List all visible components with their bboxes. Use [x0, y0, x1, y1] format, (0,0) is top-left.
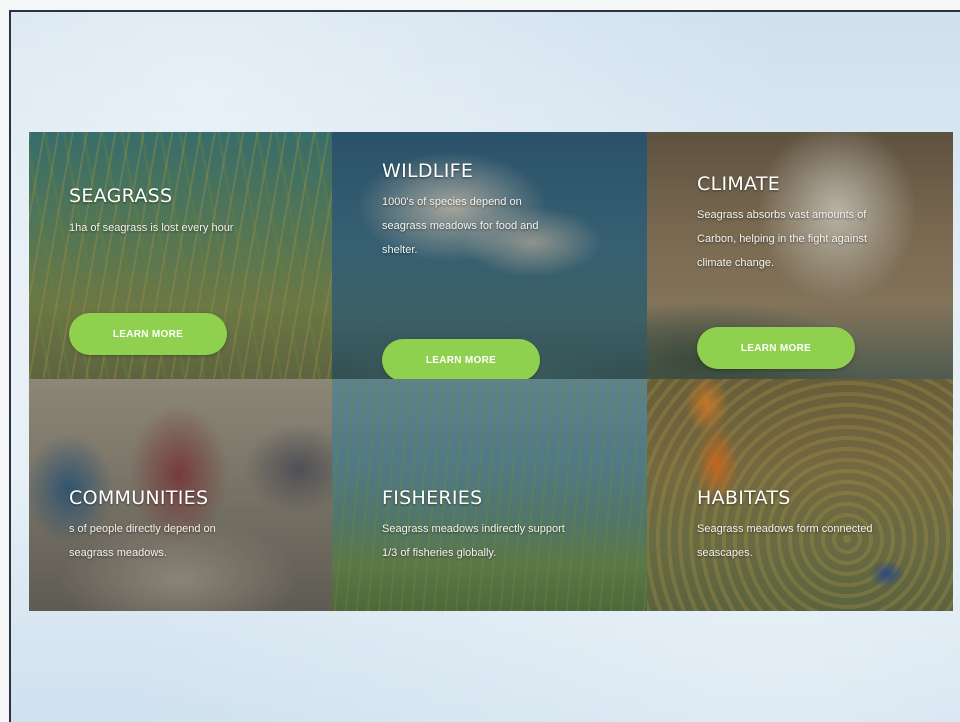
description-line: Seagrass meadows indirectly support	[382, 523, 565, 535]
tile-title-seagrass: SEAGRASS	[69, 185, 173, 207]
description-line: shelter.	[382, 244, 418, 256]
tile-description-wildlife: 1000's of species depend on seagrass mea…	[382, 190, 539, 262]
description-line: s of people directly depend on	[69, 523, 216, 535]
tile-description-climate: Seagrass absorbs vast amounts of Carbon,…	[697, 203, 867, 275]
learn-more-button-wildlife[interactable]: LEARN MORE	[382, 339, 540, 379]
tile-title-habitats: HABITATS	[697, 487, 791, 509]
tile-communities: COMMUNITIES s of people directly depend …	[29, 379, 332, 611]
tile-description-fisheries: Seagrass meadows indirectly support 1/3 …	[382, 517, 565, 565]
tile-description-seagrass: 1ha of seagrass is lost every hour	[69, 222, 234, 234]
screenshot-frame: SEAGRASS 1ha of seagrass is lost every h…	[9, 10, 960, 722]
description-line: 1000's of species depend on	[382, 196, 522, 208]
description-line: 1/3 of fisheries globally.	[382, 547, 497, 559]
tile-climate: CLIMATE Seagrass absorbs vast amounts of…	[647, 132, 953, 379]
tile-title-fisheries: FISHERIES	[382, 487, 483, 509]
learn-more-button-climate[interactable]: LEARN MORE	[697, 327, 855, 369]
tile-overlay	[332, 379, 647, 611]
tile-description-communities: s of people directly depend on seagrass …	[69, 517, 216, 565]
tile-wildlife: WILDLIFE 1000's of species depend on sea…	[332, 132, 647, 379]
description-line: climate change.	[697, 257, 775, 269]
tile-title-climate: CLIMATE	[697, 173, 781, 195]
tile-title-communities: COMMUNITIES	[69, 487, 209, 509]
learn-more-button-seagrass[interactable]: LEARN MORE	[69, 313, 227, 355]
description-line: seagrass meadows for food and	[382, 220, 539, 232]
tile-seagrass: SEAGRASS 1ha of seagrass is lost every h…	[29, 132, 332, 379]
tile-description-habitats: Seagrass meadows form connected seascape…	[697, 517, 872, 565]
tile-habitats: HABITATS Seagrass meadows form connected…	[647, 379, 953, 611]
description-line: seascapes.	[697, 547, 753, 559]
tile-fisheries: FISHERIES Seagrass meadows indirectly su…	[332, 379, 647, 611]
description-line: Seagrass meadows form connected	[697, 523, 873, 535]
description-line: seagrass meadows.	[69, 547, 167, 559]
topics-grid: SEAGRASS 1ha of seagrass is lost every h…	[29, 132, 953, 611]
description-line: Carbon, helping in the fight against	[697, 233, 868, 245]
tile-title-wildlife: WILDLIFE	[382, 160, 474, 182]
tile-overlay	[647, 379, 953, 611]
description-line: Seagrass absorbs vast amounts of	[697, 209, 867, 221]
